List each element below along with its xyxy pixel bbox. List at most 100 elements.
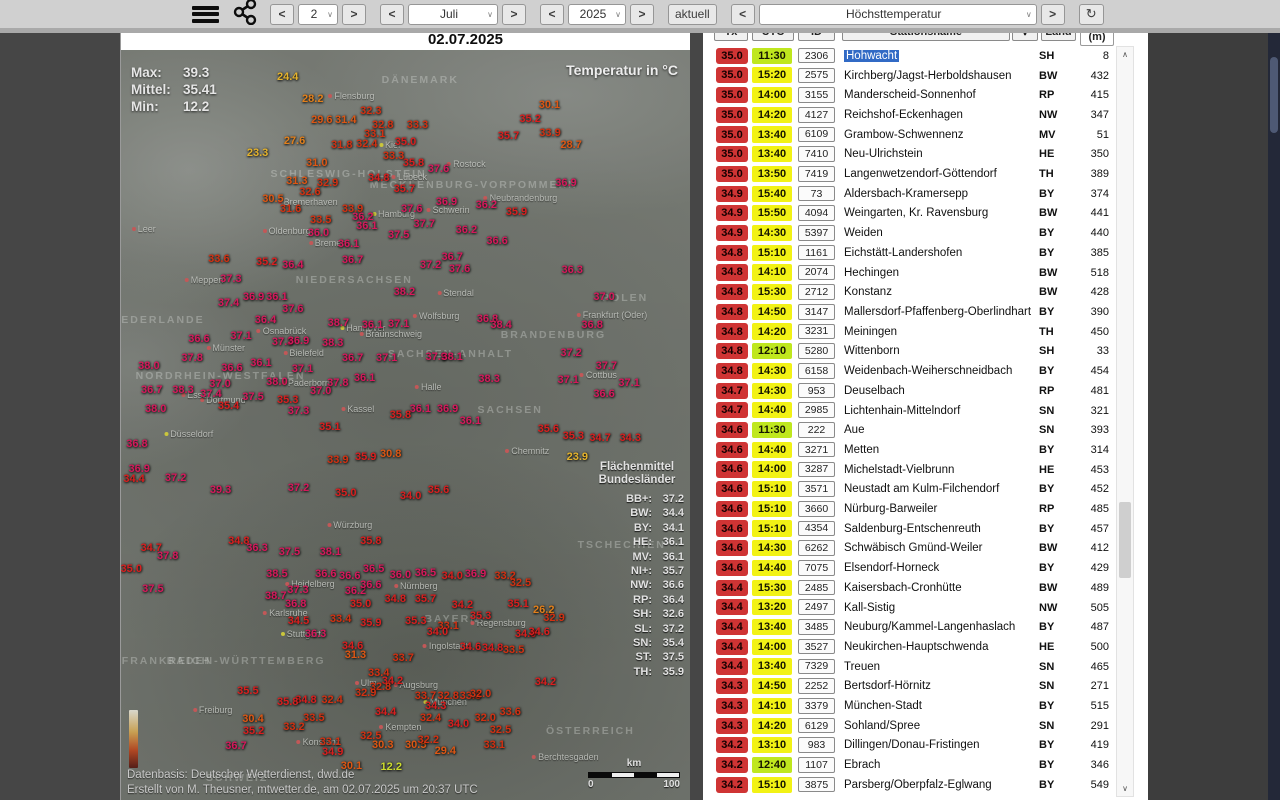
- station-name[interactable]: Kaisersbach-Cronhütte: [844, 578, 962, 598]
- station-id-button[interactable]: 73: [798, 185, 835, 202]
- station-id-button[interactable]: 3147: [798, 303, 835, 320]
- table-row[interactable]: 34.6 14:40 7075 Elsendorf-Horneck BY 429: [703, 558, 1148, 578]
- month-prev-button[interactable]: <: [380, 3, 404, 25]
- station-name[interactable]: Bertsdorf-Hörnitz: [844, 677, 931, 697]
- year-prev-button[interactable]: <: [540, 3, 564, 25]
- station-name[interactable]: Wittenborn: [844, 342, 900, 362]
- table-row[interactable]: 34.4 15:30 2485 Kaisersbach-Cronhütte BW 489: [703, 578, 1148, 598]
- station-name[interactable]: Hohwacht: [844, 46, 900, 66]
- table-row[interactable]: 34.4 13:40 3485 Neuburg/Kammel-Langenhaslac…: [703, 617, 1148, 637]
- station-id-button[interactable]: 6129: [798, 717, 835, 734]
- table-row[interactable]: 35.0 11:30 2306 Hohwacht SH 8: [703, 46, 1148, 66]
- station-name[interactable]: Ebrach: [844, 755, 880, 775]
- table-row[interactable]: 34.3 14:50 2252 Bertsdorf-Hörnitz SN 271: [703, 677, 1148, 697]
- station-id-button[interactable]: 1161: [798, 244, 835, 261]
- station-name[interactable]: Schwäbisch Gmünd-Weiler: [844, 539, 982, 559]
- station-name[interactable]: Neu-Ulrichstein: [844, 145, 923, 165]
- station-name[interactable]: Neukirchen-Hauptschwenda: [844, 637, 988, 657]
- station-id-button[interactable]: 6109: [798, 126, 835, 143]
- table-row[interactable]: 34.6 14:00 3287 Michelstadt-Vielbrunn HE 453: [703, 460, 1148, 480]
- station-id-button[interactable]: 3155: [798, 87, 835, 103]
- station-id-button[interactable]: 7075: [798, 560, 835, 576]
- station-id-button[interactable]: 7419: [798, 166, 835, 182]
- station-id-button[interactable]: 2485: [798, 579, 835, 596]
- station-id-button[interactable]: 3485: [798, 619, 835, 635]
- station-id-button[interactable]: 5280: [798, 343, 835, 359]
- table-row[interactable]: 34.6 14:40 3271 Metten BY 314: [703, 440, 1148, 460]
- station-name[interactable]: Sohland/Spree: [844, 716, 920, 736]
- station-name[interactable]: Lichtenhain-Mittelndorf: [844, 401, 960, 421]
- station-id-button[interactable]: 4094: [798, 205, 835, 222]
- table-row[interactable]: 34.9 15:50 4094 Weingarten, Kr. Ravensburg B…: [703, 204, 1148, 224]
- station-name[interactable]: Michelstadt-Vielbrunn: [844, 460, 954, 480]
- parameter-prev-button[interactable]: <: [730, 3, 755, 25]
- table-row[interactable]: 35.0 13:40 6109 Grambow-Schwennenz MV 51: [703, 125, 1148, 145]
- station-name[interactable]: Weidenbach-Weiherschneidbach: [844, 361, 1012, 381]
- hamburger-menu-icon[interactable]: [192, 5, 219, 23]
- station-name[interactable]: Konstanz: [844, 282, 892, 302]
- station-name[interactable]: Eichstätt-Landershofen: [844, 243, 962, 263]
- station-id-button[interactable]: 3379: [798, 698, 835, 714]
- station-name[interactable]: Dillingen/Donau-Fristingen: [844, 736, 980, 756]
- station-name[interactable]: Nürburg-Barweiler: [844, 499, 937, 519]
- station-name[interactable]: Neuburg/Kammel-Langenhaslach: [844, 617, 1015, 637]
- station-name[interactable]: Kall-Sistig: [844, 598, 895, 618]
- table-row[interactable]: 34.8 15:30 2712 Konstanz BW 428: [703, 282, 1148, 302]
- station-id-button[interactable]: 2497: [798, 599, 835, 616]
- table-row[interactable]: 35.0 14:00 3155 Manderscheid-Sonnenhof RP 415: [703, 85, 1148, 105]
- station-name[interactable]: Neustadt am Kulm-Filchendorf: [844, 479, 999, 499]
- table-row[interactable]: 34.8 12:10 5280 Wittenborn SH 33: [703, 342, 1148, 362]
- aktuell-button[interactable]: aktuell: [668, 3, 717, 25]
- table-row[interactable]: 34.3 14:10 3379 München-Stadt BY 515: [703, 696, 1148, 716]
- table-row[interactable]: 34.6 15:10 3571 Neustadt am Kulm-Filchendor…: [703, 479, 1148, 499]
- table-row[interactable]: 35.0 15:20 2575 Kirchberg/Jagst-Herboldshau…: [703, 66, 1148, 86]
- table-row[interactable]: 35.0 13:40 7410 Neu-Ulrichstein HE 350: [703, 145, 1148, 165]
- station-name[interactable]: Elsendorf-Horneck: [844, 558, 939, 578]
- station-name[interactable]: Saldenburg-Entschenreuth: [844, 519, 981, 539]
- station-name[interactable]: Weiden: [844, 223, 883, 243]
- table-row[interactable]: 34.9 14:30 5397 Weiden BY 440: [703, 223, 1148, 243]
- table-row[interactable]: 34.8 14:10 2074 Hechingen BW 518: [703, 263, 1148, 283]
- parameter-select[interactable]: Höchsttemperatur ∨: [758, 3, 1037, 25]
- table-row[interactable]: 34.2 12:40 1107 Ebrach BY 346: [703, 755, 1148, 775]
- station-id-button[interactable]: 2985: [798, 402, 835, 419]
- table-row[interactable]: 34.6 15:10 4354 Saldenburg-Entschenreuth BY 4…: [703, 519, 1148, 539]
- station-name[interactable]: Langenwetzendorf-Göttendorf: [844, 164, 997, 184]
- station-id-button[interactable]: 2575: [798, 67, 835, 84]
- station-id-button[interactable]: 3231: [798, 323, 835, 340]
- table-row[interactable]: 34.2 13:10 983 Dillingen/Donau-Fristingen BY…: [703, 736, 1148, 756]
- station-name[interactable]: München-Stadt: [844, 696, 922, 716]
- station-id-button[interactable]: 953: [798, 382, 835, 399]
- browser-scrollbar-thumb[interactable]: [1270, 57, 1278, 133]
- scroll-up-arrow-icon[interactable]: ∧: [1117, 48, 1133, 61]
- table-row[interactable]: 35.0 14:20 4127 Reichshof-Eckenhagen NW 347: [703, 105, 1148, 125]
- station-name[interactable]: Meiningen: [844, 322, 897, 342]
- station-name[interactable]: Metten: [844, 440, 879, 460]
- table-row[interactable]: 34.6 14:30 6262 Schwäbisch Gmünd-Weiler BW 41…: [703, 539, 1148, 559]
- table-row[interactable]: 34.4 13:40 7329 Treuen SN 465: [703, 657, 1148, 677]
- station-id-button[interactable]: 5397: [798, 225, 835, 241]
- station-id-button[interactable]: 3660: [798, 500, 835, 517]
- table-row[interactable]: 34.9 15:40 73 Aldersbach-Kramersepp BY 374: [703, 184, 1148, 204]
- station-id-button[interactable]: 2074: [798, 264, 835, 281]
- parameter-next-button[interactable]: >: [1040, 3, 1065, 25]
- table-row[interactable]: 34.3 14:20 6129 Sohland/Spree SN 291: [703, 716, 1148, 736]
- table-row[interactable]: 34.6 15:10 3660 Nürburg-Barweiler RP 485: [703, 499, 1148, 519]
- station-id-button[interactable]: 6262: [798, 540, 835, 556]
- station-id-button[interactable]: 222: [798, 422, 835, 438]
- station-id-button[interactable]: 2252: [798, 678, 835, 694]
- station-id-button[interactable]: 4127: [798, 106, 835, 123]
- table-row[interactable]: 34.7 14:30 953 Deuselbach RP 481: [703, 381, 1148, 401]
- station-id-button[interactable]: 6158: [798, 363, 835, 379]
- table-scrollbar[interactable]: ∧ ∨: [1116, 46, 1134, 797]
- month-next-button[interactable]: >: [502, 3, 526, 25]
- table-row[interactable]: 34.2 15:10 3875 Parsberg/Oberpfalz-Eglwang B…: [703, 775, 1148, 795]
- table-scrollbar-thumb[interactable]: [1119, 502, 1131, 578]
- table-row[interactable]: 34.8 15:10 1161 Eichstätt-Landershofen BY 385: [703, 243, 1148, 263]
- station-name[interactable]: Hechingen: [844, 263, 899, 283]
- reload-button[interactable]: ↻: [1078, 3, 1104, 25]
- day-next-button[interactable]: >: [342, 3, 366, 25]
- table-row[interactable]: 35.0 13:50 7419 Langenwetzendorf-Göttendorf…: [703, 164, 1148, 184]
- table-row[interactable]: 34.8 14:20 3231 Meiningen TH 450: [703, 322, 1148, 342]
- station-id-button[interactable]: 983: [798, 737, 835, 753]
